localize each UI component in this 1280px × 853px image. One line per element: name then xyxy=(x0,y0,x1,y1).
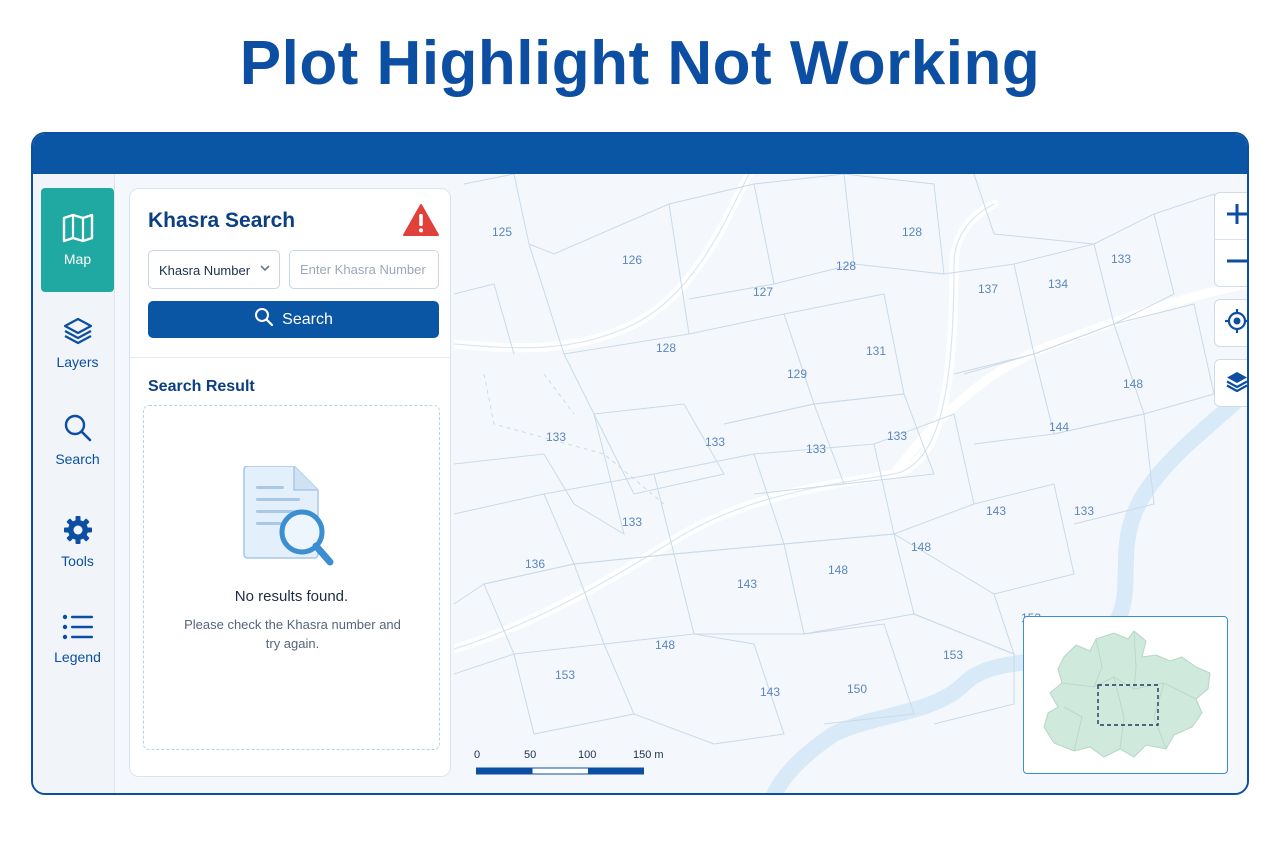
khasra-search-panel: Khasra Search Khasra Number Search Searc… xyxy=(129,188,451,777)
plot-label[interactable]: 136 xyxy=(525,557,545,571)
plot-label[interactable]: 148 xyxy=(911,540,931,554)
plot-label[interactable]: 129 xyxy=(787,367,807,381)
search-button-label: Search xyxy=(282,310,333,328)
zoom-in-button[interactable] xyxy=(1214,193,1247,239)
sidebar-item-tools[interactable]: Tools xyxy=(41,490,114,594)
sidebar-item-label: Map xyxy=(63,251,92,267)
sidebar-item-legend[interactable]: Legend xyxy=(41,587,114,691)
search-icon xyxy=(254,307,274,332)
app-window: Map Layers Search Tools Legend Khasra Se… xyxy=(31,132,1249,795)
warning-triangle-icon xyxy=(402,203,440,242)
plot-label[interactable]: 137 xyxy=(978,282,998,296)
plot-label[interactable]: 133 xyxy=(1074,504,1094,518)
sidebar: Map Layers Search Tools Legend xyxy=(33,174,115,793)
search-type-value: Khasra Number xyxy=(159,263,251,278)
gear-icon xyxy=(63,515,93,553)
divider xyxy=(130,357,450,358)
search-result-empty-state: No results found. Please check the Khasr… xyxy=(143,405,440,750)
map-icon xyxy=(61,213,95,251)
no-results-message: Please check the Khasra number and try a… xyxy=(184,617,401,651)
plot-label[interactable]: 127 xyxy=(753,285,773,299)
map-canvas[interactable]: 125 126 127 128 128 128 129 131 137 134 … xyxy=(454,174,1247,793)
page-title: Plot Highlight Not Working xyxy=(239,29,1041,98)
plot-label[interactable]: 153 xyxy=(555,668,575,682)
plot-label[interactable]: 126 xyxy=(622,253,642,267)
plot-label[interactable]: 133 xyxy=(546,430,566,444)
scale-tick: 0 xyxy=(474,749,481,761)
chevron-down-icon xyxy=(259,262,271,277)
plot-label[interactable]: 148 xyxy=(828,563,848,577)
scale-bar: 0 50 100 150 m xyxy=(474,749,676,789)
plot-label[interactable]: 133 xyxy=(887,429,907,443)
plot-label[interactable]: 150 xyxy=(847,682,867,696)
plot-label[interactable]: 128 xyxy=(656,341,676,355)
scale-tick: 50 xyxy=(524,749,537,761)
plot-label[interactable]: 128 xyxy=(902,225,922,239)
locate-icon xyxy=(1224,308,1247,339)
plot-label[interactable]: 143 xyxy=(760,685,780,699)
no-results-title: No results found. xyxy=(234,588,349,605)
sidebar-item-label: Legend xyxy=(54,649,101,665)
sidebar-item-layers[interactable]: Layers xyxy=(41,291,114,395)
map-layers-button[interactable] xyxy=(1214,360,1247,406)
plot-label[interactable]: 133 xyxy=(622,515,642,529)
scale-bar-graphic xyxy=(476,767,644,775)
panel-title: Khasra Search xyxy=(148,209,296,232)
plot-label[interactable]: 133 xyxy=(806,442,826,456)
plot-label[interactable]: 153 xyxy=(943,648,963,662)
layers-icon xyxy=(1225,369,1247,398)
plot-label[interactable]: 133 xyxy=(705,435,725,449)
zoom-out-icon xyxy=(1226,250,1247,277)
plot-label[interactable]: 134 xyxy=(1048,277,1068,291)
scale-tick: 100 xyxy=(578,749,597,761)
plot-label[interactable]: 143 xyxy=(737,577,757,591)
sidebar-item-map[interactable]: Map xyxy=(41,188,114,292)
sidebar-item-label: Search xyxy=(55,451,100,467)
locate-button[interactable] xyxy=(1214,300,1247,346)
scale-tick: 150 m xyxy=(633,749,664,761)
plot-label[interactable]: 128 xyxy=(836,259,856,273)
list-icon xyxy=(62,613,94,649)
sidebar-item-label: Layers xyxy=(56,354,99,370)
khasra-number-input[interactable] xyxy=(289,250,439,289)
zoom-control xyxy=(1214,192,1247,287)
plot-label[interactable]: 148 xyxy=(655,638,675,652)
zoom-out-button[interactable] xyxy=(1214,240,1247,286)
search-type-select[interactable]: Khasra Number xyxy=(148,250,280,289)
sidebar-item-label: Tools xyxy=(61,553,94,569)
sidebar-item-search[interactable]: Search xyxy=(41,388,114,492)
layers-control xyxy=(1214,359,1247,407)
search-button[interactable]: Search xyxy=(148,301,439,338)
search-icon xyxy=(63,413,93,451)
overview-region-shape xyxy=(1043,630,1211,758)
zoom-in-icon xyxy=(1226,203,1247,230)
locate-control xyxy=(1214,299,1247,347)
plot-label[interactable]: 148 xyxy=(1123,377,1143,391)
app-header xyxy=(33,134,1247,174)
plot-label[interactable]: 144 xyxy=(1049,420,1069,434)
search-result-heading: Search Result xyxy=(148,378,255,395)
plot-label[interactable]: 131 xyxy=(866,344,886,358)
overview-minimap[interactable] xyxy=(1023,616,1228,774)
layers-icon xyxy=(62,316,94,354)
document-search-icon xyxy=(242,465,338,581)
plot-label[interactable]: 133 xyxy=(1111,252,1131,266)
plot-label[interactable]: 143 xyxy=(986,504,1006,518)
plot-label[interactable]: 125 xyxy=(492,225,512,239)
